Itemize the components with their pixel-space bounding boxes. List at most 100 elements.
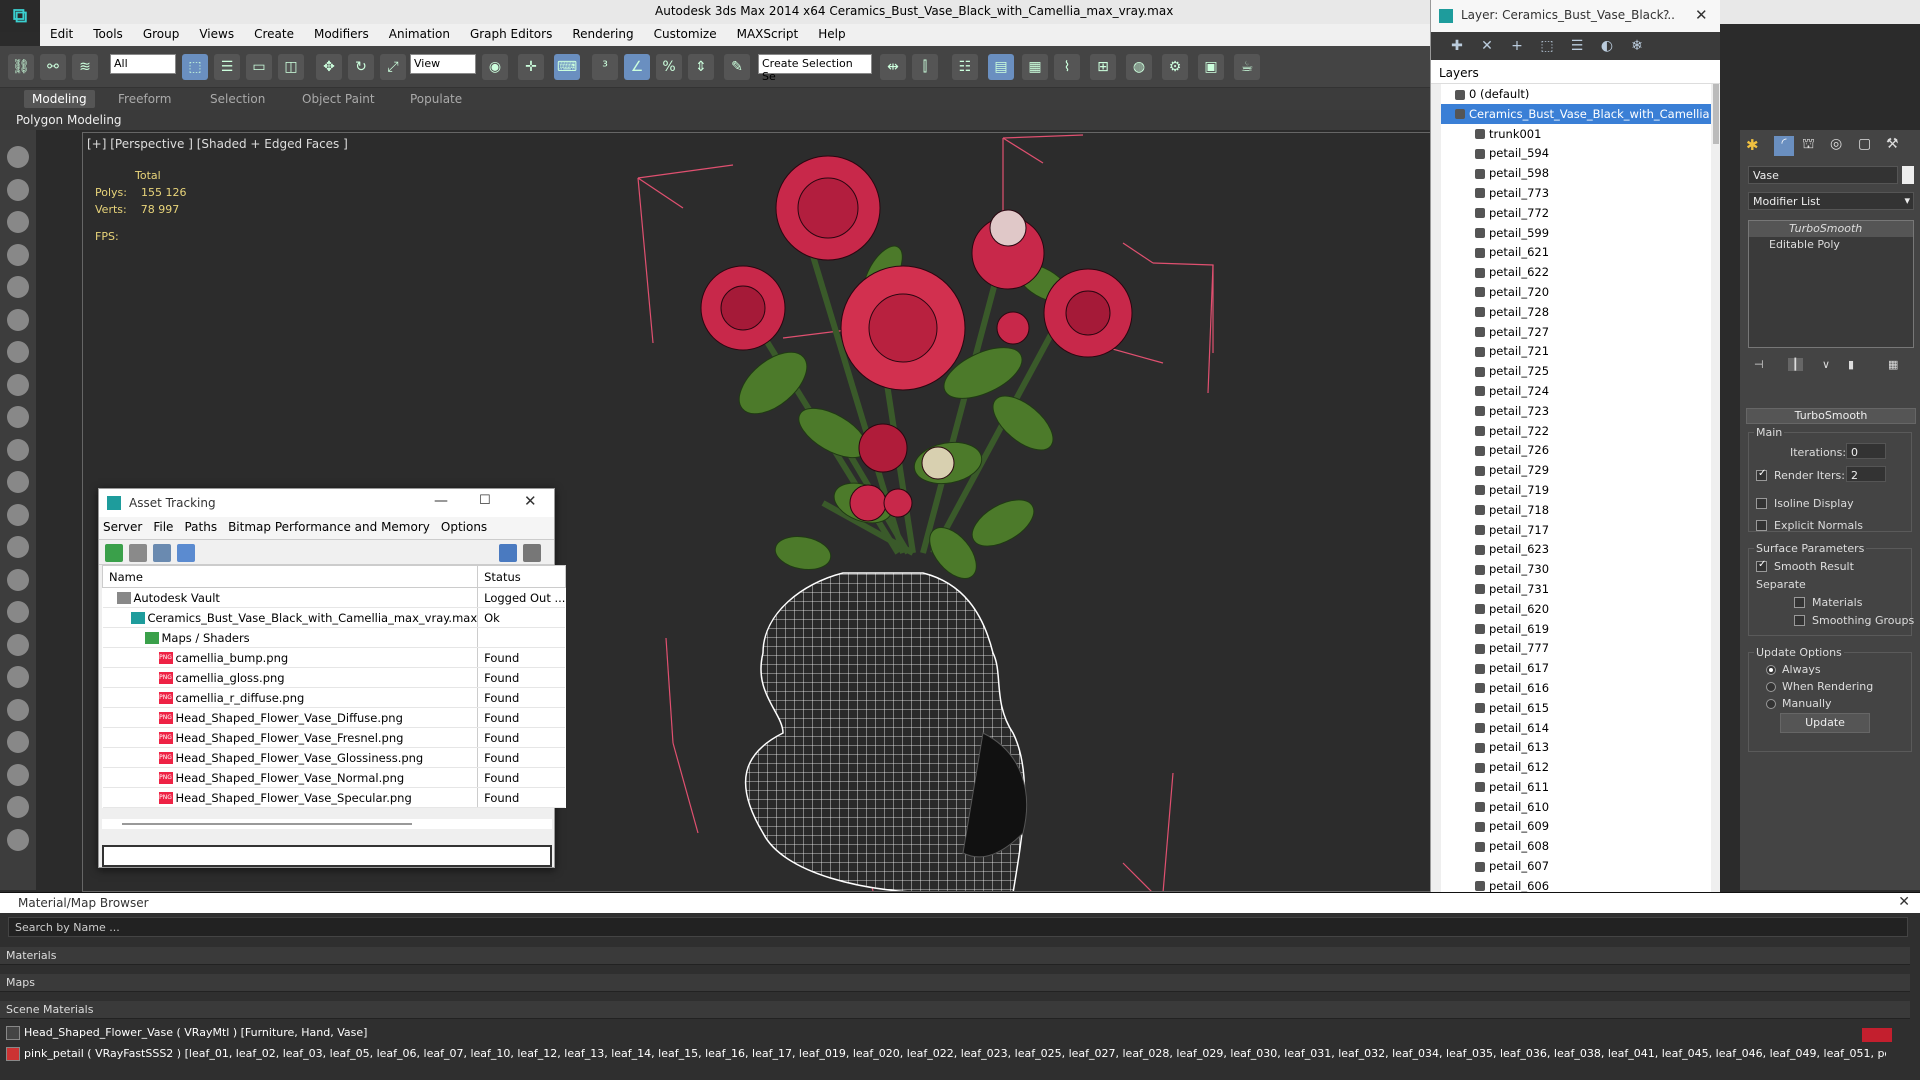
layer-item[interactable]: petail_727 <box>1441 322 1711 342</box>
delete-layer-icon[interactable]: ✕ <box>1479 38 1495 54</box>
layer-item[interactable]: petail_718 <box>1441 500 1711 520</box>
create-tab-icon[interactable]: ✱ <box>1746 136 1759 154</box>
table-row[interactable]: PNG Head_Shaped_Flower_Vase_Normal.png Fou… <box>102 767 566 788</box>
hedra-icon[interactable] <box>7 698 29 721</box>
particle-icon[interactable] <box>7 373 29 396</box>
tab-populate[interactable]: Populate <box>410 92 462 106</box>
layer-item[interactable]: petail_614 <box>1441 718 1711 738</box>
select-objects-icon[interactable]: ⬚ <box>1539 38 1555 54</box>
remove-modifier-icon[interactable]: ▮ <box>1848 358 1854 371</box>
isoline-display-checkbox[interactable] <box>1756 498 1767 509</box>
layer-item[interactable]: petail_731 <box>1441 579 1711 599</box>
modifier-list-dropdown[interactable]: Modifier List ▾ <box>1748 192 1914 210</box>
bind-spacewarp-icon[interactable]: ≋ <box>72 54 98 80</box>
scene-material-item[interactable]: pink_petail ( VRayFastSSS2 ) [leaf_01, l… <box>6 1044 1886 1064</box>
layer-item[interactable]: petail_720 <box>1441 282 1711 302</box>
help-icon[interactable]: ? <box>1663 8 1669 22</box>
material-search-input[interactable]: Search by Name ... <box>8 917 1908 937</box>
when-rendering-radio[interactable] <box>1766 682 1776 692</box>
menu-item-group[interactable]: Group <box>133 24 190 44</box>
layer-item[interactable]: petail_722 <box>1441 421 1711 441</box>
hierarchy-tab-icon[interactable]: ⛫ <box>1802 136 1815 154</box>
teapot-icon[interactable] <box>7 146 29 168</box>
menu-item-tools[interactable]: Tools <box>83 24 133 44</box>
menu-item-graph-editors[interactable]: Graph Editors <box>460 24 562 44</box>
show-end-result-icon[interactable]: ┃ <box>1788 358 1803 371</box>
display-tab-icon[interactable]: ▢ <box>1858 136 1871 152</box>
manually-radio[interactable] <box>1766 699 1776 709</box>
highlight-layer-icon[interactable]: ☰ <box>1569 38 1585 54</box>
polygon-modeling-label[interactable]: Polygon Modeling <box>16 113 122 127</box>
configure-sets-icon[interactable]: ▦ <box>1888 358 1898 371</box>
always-radio[interactable] <box>1766 665 1776 675</box>
layer-item[interactable]: petail_611 <box>1441 777 1711 797</box>
layer-item[interactable]: petail_621 <box>1441 242 1711 262</box>
freeze-layers-icon[interactable]: ❄ <box>1629 38 1645 54</box>
render-production-icon[interactable]: ☕ <box>1234 54 1260 80</box>
layer-item[interactable]: petail_729 <box>1441 460 1711 480</box>
thumbnail-view-icon[interactable] <box>153 544 171 562</box>
layer-item[interactable]: petail_599 <box>1441 223 1711 243</box>
plant-icon[interactable] <box>7 763 29 786</box>
object-name-input[interactable]: Vase <box>1748 166 1898 184</box>
tube-icon[interactable] <box>7 633 29 656</box>
layer-item[interactable]: petail_608 <box>1441 836 1711 856</box>
layer-item[interactable]: petail_617 <box>1441 658 1711 678</box>
maximize-icon[interactable]: ☐ <box>479 493 491 508</box>
schematic-view-icon[interactable]: ⊞ <box>1090 54 1116 80</box>
layer-item[interactable]: petail_623 <box>1441 539 1711 559</box>
layer-item[interactable]: petail_619 <box>1441 619 1711 639</box>
menu-item-animation[interactable]: Animation <box>379 24 460 44</box>
select-object-icon[interactable]: ⬚ <box>182 54 208 80</box>
layer-item[interactable]: petail_772 <box>1441 203 1711 223</box>
spring-icon[interactable] <box>7 731 29 753</box>
layer-item[interactable]: petail_721 <box>1441 341 1711 361</box>
scale-icon[interactable]: ⤢ <box>380 54 406 80</box>
add-to-layer-icon[interactable]: + <box>1509 38 1525 54</box>
explicit-normals-checkbox[interactable] <box>1756 520 1767 531</box>
section-scene-materials[interactable]: Scene Materials <box>0 1001 1910 1019</box>
layer-item[interactable]: Ceramics_Bust_Vase_Black_with_Camellia <box>1441 103 1711 124</box>
edit-named-selections-icon[interactable]: ✎ <box>724 54 750 80</box>
column-header-name[interactable]: Name <box>101 565 479 588</box>
graphite-tools-icon[interactable]: ▦ <box>1022 54 1048 80</box>
layer-item[interactable]: petail_610 <box>1441 797 1711 817</box>
menu-item-help[interactable]: Help <box>808 24 855 44</box>
reference-coord-dropdown[interactable]: View <box>410 54 476 74</box>
update-button[interactable]: Update <box>1780 713 1870 733</box>
align-icon[interactable]: ⫿ <box>912 54 938 80</box>
table-row[interactable]: PNG camellia_bump.png Found <box>102 647 566 668</box>
table-row[interactable]: Maps / Shaders <box>102 627 566 648</box>
menu-item-maxscript[interactable]: MAXScript <box>727 24 809 44</box>
table-row[interactable]: PNG Head_Shaped_Flower_Vase_Diffuse.png Fo… <box>102 707 566 728</box>
asset-menu-file[interactable]: File <box>153 520 173 534</box>
layer-panel-titlebar[interactable]: Layer: Ceramics_Bust_Vase_Black... ? ✕ <box>1431 0 1720 32</box>
refresh-icon[interactable] <box>105 544 123 562</box>
table-row[interactable]: PNG camellia_gloss.png Found <box>102 667 566 688</box>
close-icon[interactable]: ✕ <box>524 492 537 510</box>
material-editor-icon[interactable]: ◍ <box>1126 54 1152 80</box>
pin-stack-icon[interactable]: ⊣ <box>1754 358 1764 371</box>
app-logo-icon[interactable]: ⧉ <box>0 0 40 32</box>
asset-path-input[interactable] <box>102 845 552 867</box>
select-by-name-icon[interactable]: ☰ <box>214 54 240 80</box>
layer-item[interactable]: petail_613 <box>1441 737 1711 757</box>
layer-item[interactable]: petail_730 <box>1441 559 1711 579</box>
smoothing-groups-checkbox[interactable] <box>1794 615 1805 626</box>
render-iters-spinner[interactable]: 2 <box>1846 466 1886 482</box>
column-header-status[interactable]: Status <box>477 565 566 588</box>
table-row[interactable]: Ceramics_Bust_Vase_Black_with_Camellia_m… <box>102 607 566 628</box>
tab-modeling[interactable]: Modeling <box>24 90 95 108</box>
layer-item[interactable]: petail_725 <box>1441 361 1711 381</box>
close-icon[interactable]: ✕ <box>1898 894 1910 910</box>
turbosmooth-rollout-header[interactable]: TurboSmooth <box>1746 408 1916 424</box>
window-crossing-icon[interactable]: ◫ <box>278 54 304 80</box>
utilities-tab-icon[interactable]: ⚒ <box>1886 136 1899 152</box>
helper-icon[interactable] <box>7 341 29 363</box>
render-iters-checkbox[interactable] <box>1756 468 1767 481</box>
minimize-icon[interactable]: — <box>434 493 448 509</box>
asset-menu-paths[interactable]: Paths <box>184 520 217 534</box>
menu-item-create[interactable]: Create <box>244 24 304 44</box>
sun-icon[interactable] <box>7 568 29 591</box>
selection-filter-dropdown[interactable]: All <box>110 54 176 74</box>
